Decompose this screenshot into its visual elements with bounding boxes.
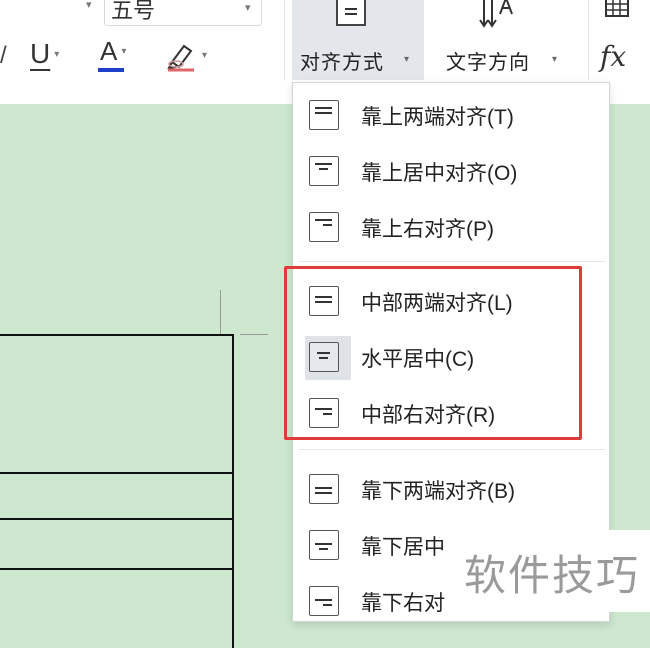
toolbar-separator [284, 0, 285, 80]
menu-item-label: 靠下右对 [361, 592, 445, 615]
menu-separator [299, 449, 605, 450]
toolbar-separator [588, 0, 589, 80]
table-row[interactable] [0, 472, 234, 520]
table-row[interactable] [0, 568, 234, 648]
text-direction-icon [479, 0, 513, 28]
font-size-select[interactable]: 五号 ▾ [104, 0, 262, 26]
menu-item-label: 靠上两端对齐(T) [361, 106, 514, 129]
font-color-bar [98, 68, 124, 72]
underline-icon: U [30, 38, 51, 69]
chevron-down-icon: ▾ [552, 54, 558, 65]
align-button[interactable]: 对齐方式 ▾ [292, 0, 424, 80]
align-top-right-icon [309, 212, 339, 242]
table-row[interactable] [0, 518, 234, 570]
highlighter-icon [167, 44, 194, 72]
highlight-button[interactable]: ▾ [164, 38, 207, 72]
italic-icon[interactable]: / [0, 42, 7, 72]
font-color-icon: A [98, 38, 124, 72]
watermark: 软件技巧 [456, 530, 650, 612]
text-direction-button[interactable]: 文字方向 ▾ [440, 0, 580, 80]
margin-guide-horizontal [240, 334, 268, 335]
menu-item-label: 靠上右对齐(P) [361, 218, 494, 241]
menu-item-top-justify[interactable]: 靠上两端对齐(T) [293, 89, 609, 141]
align-top-center-icon [309, 156, 339, 186]
menu-item-label: 靠下居中 [361, 536, 445, 559]
margin-guide-vertical [220, 290, 221, 334]
font-name-dropdown-arrow[interactable]: ▾ [86, 0, 92, 11]
table-grid-icon[interactable] [604, 0, 632, 20]
chevron-down-icon: ▾ [404, 54, 410, 65]
align-top-justify-icon [309, 100, 339, 130]
chevron-down-icon[interactable]: ▾ [54, 49, 59, 60]
highlight-annotation-box [284, 266, 582, 440]
menu-separator [299, 261, 605, 262]
watermark-text: 软件技巧 [464, 551, 641, 600]
font-size-value: 五号 [111, 0, 156, 23]
chevron-down-icon[interactable]: ▾ [121, 46, 126, 57]
document-table[interactable] [0, 334, 236, 648]
menu-item-label: 靠上居中对齐(O) [361, 162, 518, 185]
menu-item-top-right[interactable]: 靠上右对齐(P) [293, 201, 609, 253]
align-button-label: 对齐方式 [300, 52, 384, 74]
align-middle-center-icon [336, 0, 366, 26]
font-color-button[interactable]: A ▾ [98, 38, 126, 72]
align-bottom-justify-icon [309, 474, 339, 504]
align-bottom-center-icon [309, 530, 339, 560]
chevron-down-icon: ▾ [245, 2, 251, 14]
underline-button[interactable]: U ▾ [30, 40, 59, 68]
menu-item-top-center[interactable]: 靠上居中对齐(O) [293, 145, 609, 197]
formula-icon[interactable]: fx [600, 40, 626, 73]
chevron-down-icon[interactable]: ▾ [202, 50, 207, 61]
menu-item-label: 靠下两端对齐(B) [361, 480, 515, 503]
text-direction-label: 文字方向 [446, 52, 530, 74]
table-row[interactable] [0, 334, 234, 474]
menu-item-bottom-justify[interactable]: 靠下两端对齐(B) [293, 463, 609, 515]
